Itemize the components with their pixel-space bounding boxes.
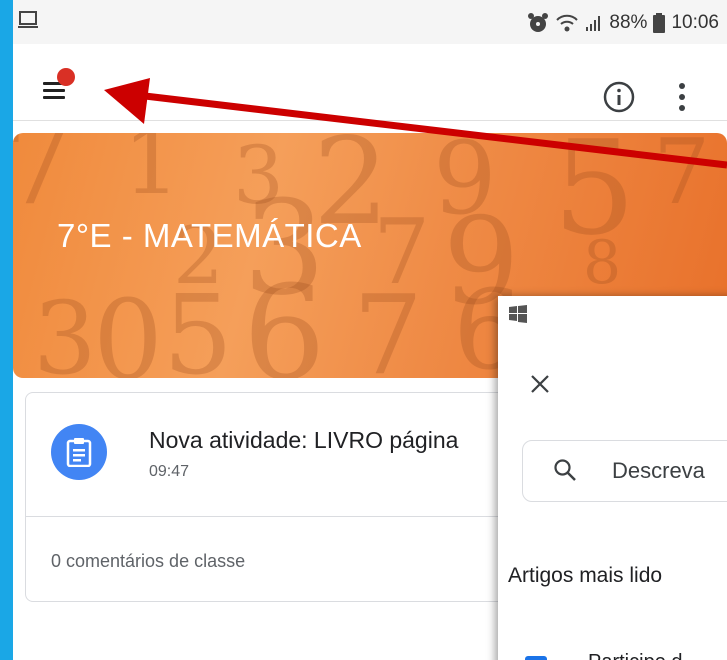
annotation-arrows [104, 78, 727, 169]
